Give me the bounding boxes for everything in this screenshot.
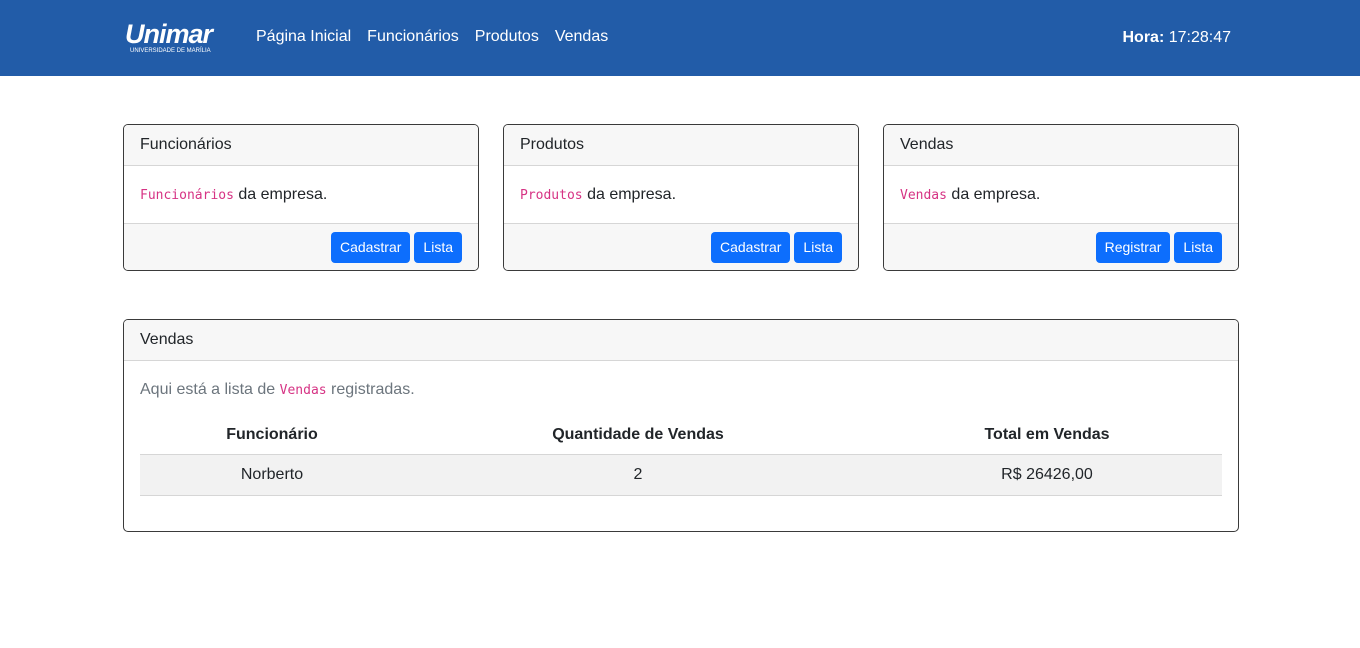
svg-text:UNIVERSIDADE DE MARÍLIA: UNIVERSIDADE DE MARÍLIA (130, 47, 211, 54)
nav-link-home[interactable]: Página Inicial (256, 28, 351, 46)
navbar: Unimar UNIVERSIDADE DE MARÍLIA Página In… (0, 0, 1360, 76)
card-footer: Registrar Lista (884, 223, 1238, 270)
card-footer: Cadastrar Lista (124, 223, 478, 270)
card-text: da empresa. (582, 186, 677, 203)
card-header: Vendas (884, 125, 1238, 166)
column-header: Funcionário (140, 417, 404, 455)
card-code: Funcionários (140, 188, 234, 203)
registrar-venda-button[interactable]: Registrar (1095, 232, 1171, 263)
card-produtos: Produtos Produtos da empresa. Cadastrar … (503, 124, 859, 271)
card-text: da empresa. (233, 186, 328, 203)
nav-links: Página Inicial Funcionários Produtos Ven… (256, 28, 624, 46)
card-code: Vendas (900, 188, 947, 203)
sales-description: Aqui está a lista de Vendas registradas. (140, 381, 1222, 399)
column-header: Quantidade de Vendas (404, 417, 872, 455)
card-funcionarios: Funcionários Funcionários da empresa. Ca… (123, 124, 479, 271)
svg-text:Unimar: Unimar (125, 19, 215, 49)
table-header-row: Funcionário Quantidade de Vendas Total e… (140, 417, 1222, 455)
lista-funcionarios-button[interactable]: Lista (414, 232, 462, 263)
nav-link-produtos[interactable]: Produtos (475, 28, 539, 46)
sales-card: Vendas Aqui está a lista de Vendas regis… (123, 319, 1239, 532)
lista-vendas-button[interactable]: Lista (1174, 232, 1222, 263)
card-code: Produtos (520, 188, 583, 203)
card-body: Vendas da empresa. (884, 166, 1238, 223)
nav-link-vendas[interactable]: Vendas (555, 28, 608, 46)
lead-suffix: registradas. (326, 381, 415, 398)
table-cell: R$ 26426,00 (872, 454, 1222, 496)
card-footer: Cadastrar Lista (504, 223, 858, 270)
card-body: Funcionários da empresa. (124, 166, 478, 223)
sales-table: Funcionário Quantidade de Vendas Total e… (140, 417, 1222, 496)
table-cell: 2 (404, 454, 872, 496)
card-text: da empresa. (946, 186, 1041, 203)
card-body: Aqui está a lista de Vendas registradas.… (124, 361, 1238, 496)
lead-prefix: Aqui está a lista de (140, 381, 280, 398)
unimar-logo[interactable]: Unimar UNIVERSIDADE DE MARÍLIA (123, 18, 235, 58)
lista-produtos-button[interactable]: Lista (794, 232, 842, 263)
cadastrar-produto-button[interactable]: Cadastrar (710, 232, 791, 263)
clock: Hora: 17:28:47 (1122, 29, 1231, 47)
card-vendas: Vendas Vendas da empresa. Registrar List… (883, 124, 1239, 271)
clock-value: 17:28:47 (1168, 29, 1231, 46)
column-header: Total em Vendas (872, 417, 1222, 455)
card-header: Produtos (504, 125, 858, 166)
table-row: Norberto 2 R$ 26426,00 (140, 454, 1222, 496)
card-header: Vendas (124, 320, 1238, 361)
clock-label: Hora: (1122, 29, 1165, 46)
card-body: Produtos da empresa. (504, 166, 858, 223)
cadastrar-funcionario-button[interactable]: Cadastrar (330, 232, 411, 263)
lead-code: Vendas (279, 383, 327, 398)
card-header: Funcionários (124, 125, 478, 166)
table-cell: Norberto (140, 454, 404, 496)
nav-link-funcionarios[interactable]: Funcionários (367, 28, 459, 46)
